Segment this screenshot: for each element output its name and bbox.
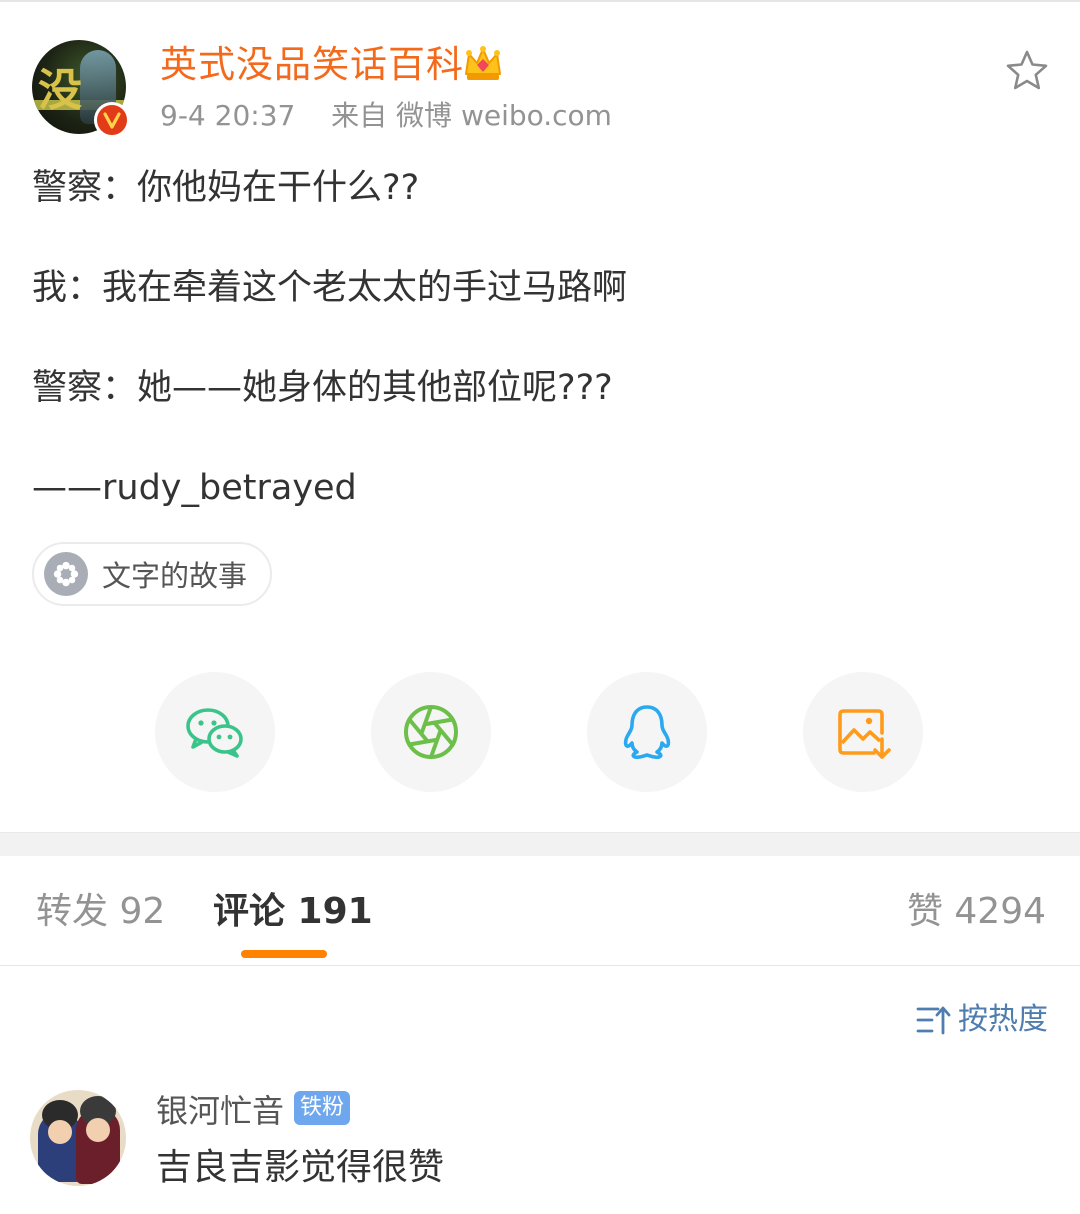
commenter-avatar[interactable] [30, 1090, 126, 1186]
fan-badge: 铁粉 [294, 1091, 351, 1125]
post-line: ——rudy_betrayed [32, 468, 357, 508]
author-avatar[interactable]: 没 [32, 40, 130, 138]
post-time: 9-4 20:37 [160, 99, 296, 132]
tabs-divider [0, 965, 1080, 966]
section-divider [0, 832, 1080, 856]
post-source: 来自 微博 weibo.com [331, 99, 612, 132]
flower-icon [44, 552, 88, 596]
post-line: 警察：她——她身体的其他部位呢??? [32, 368, 613, 408]
post-line: 我：我在牵着这个老太太的手过马路啊 [32, 268, 628, 308]
active-tab-indicator [241, 950, 327, 958]
share-moments-button[interactable] [371, 672, 491, 792]
verified-v-icon [94, 102, 130, 138]
moments-shutter-icon [404, 705, 458, 759]
tab-repost[interactable]: 转发 92 [36, 888, 165, 936]
tab-likes[interactable]: 赞 4294 [907, 888, 1046, 936]
author-name[interactable]: 英式没品笑话百科 [160, 42, 464, 88]
sort-label: 按热度 [958, 1002, 1048, 1037]
top-divider [0, 0, 1080, 2]
sort-icon [916, 1006, 951, 1035]
commenter-name[interactable]: 银河忙音 [156, 1090, 284, 1132]
star-icon[interactable] [1004, 48, 1050, 92]
qq-penguin-icon [623, 705, 671, 760]
comment-text: 吉良吉影觉得很赞 [156, 1147, 445, 1188]
sort-button[interactable]: 按热度 [916, 1000, 1048, 1040]
wechat-icon [186, 708, 243, 758]
post-meta: 9-4 20:37 来自 微博 weibo.com [160, 96, 612, 136]
crown-icon [462, 44, 504, 84]
save-image-button[interactable] [803, 672, 923, 792]
post-body: 警察：你他妈在干什么?? 我：我在牵着这个老太太的手过马路啊 警察：她——她身体… [32, 160, 1052, 516]
topic-chip[interactable]: 文字的故事 [32, 542, 272, 606]
post-line: 警察：你他妈在干什么?? [32, 168, 420, 208]
topic-label: 文字的故事 [102, 559, 248, 593]
image-download-icon [838, 709, 891, 759]
tab-comments[interactable]: 评论 191 [213, 888, 373, 936]
share-wechat-button[interactable] [155, 672, 275, 792]
share-qq-button[interactable] [587, 672, 707, 792]
